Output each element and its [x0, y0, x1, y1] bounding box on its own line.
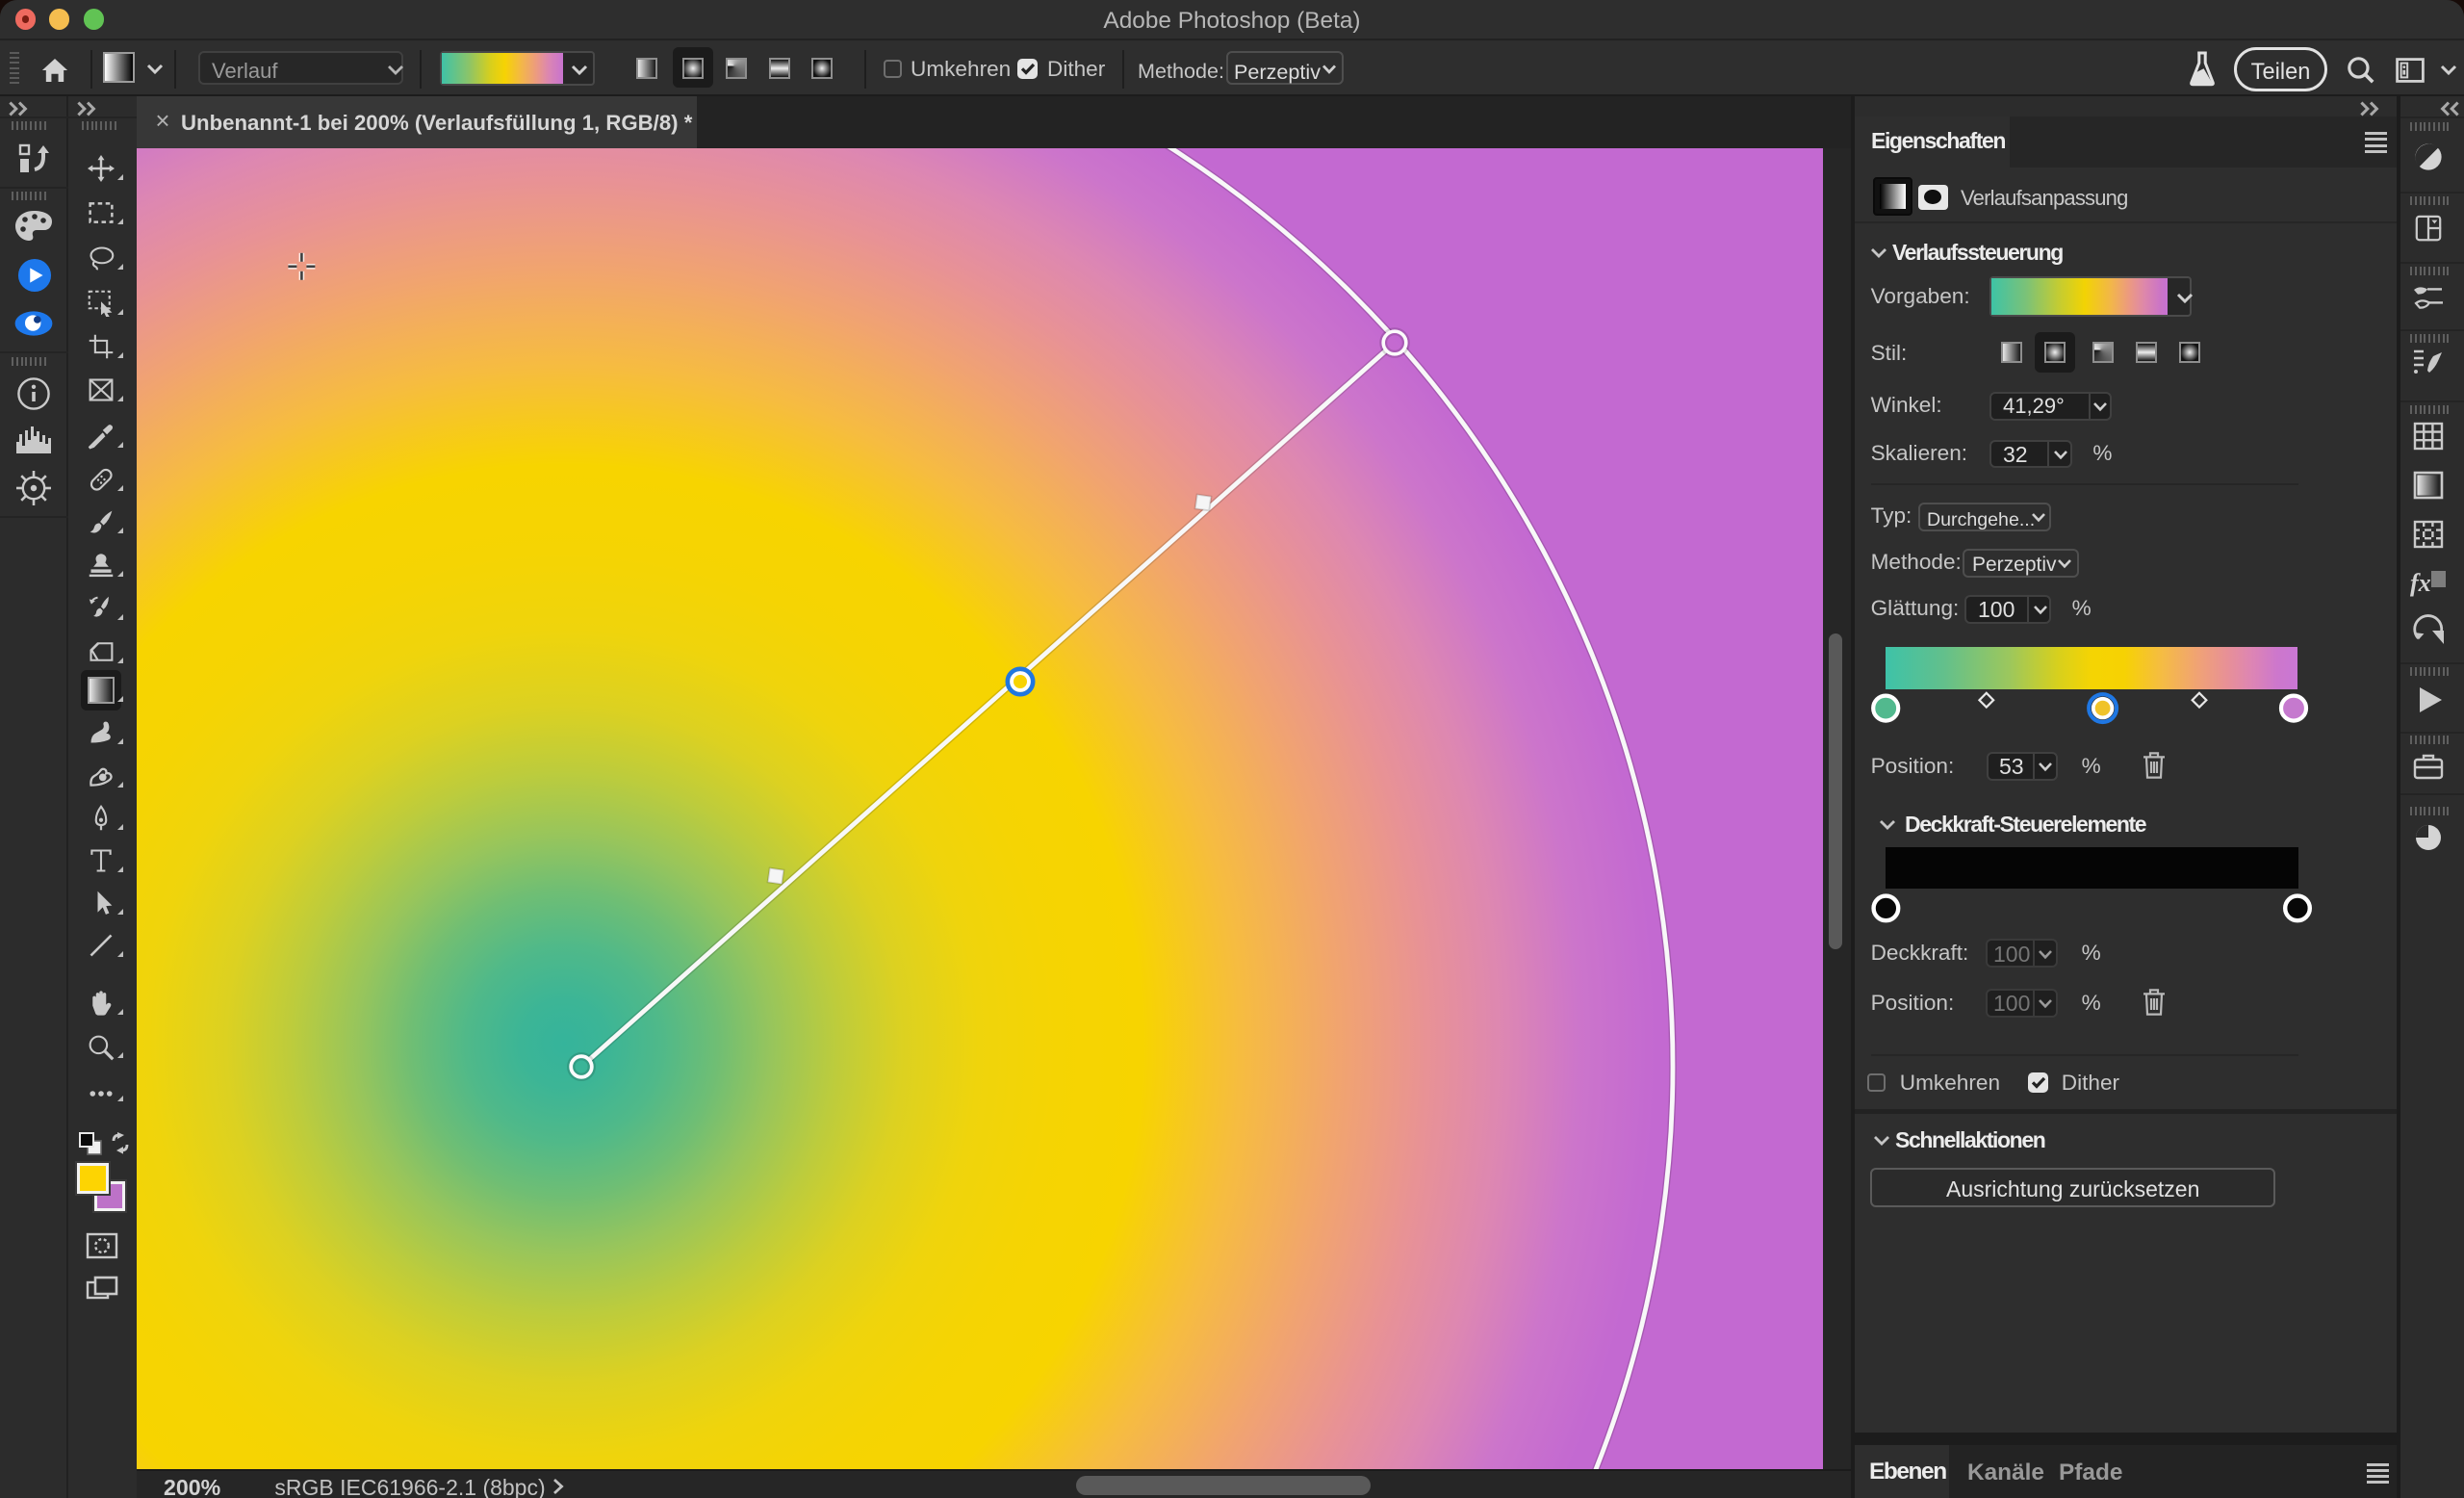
svg-text:fx: fx	[2410, 569, 2431, 597]
